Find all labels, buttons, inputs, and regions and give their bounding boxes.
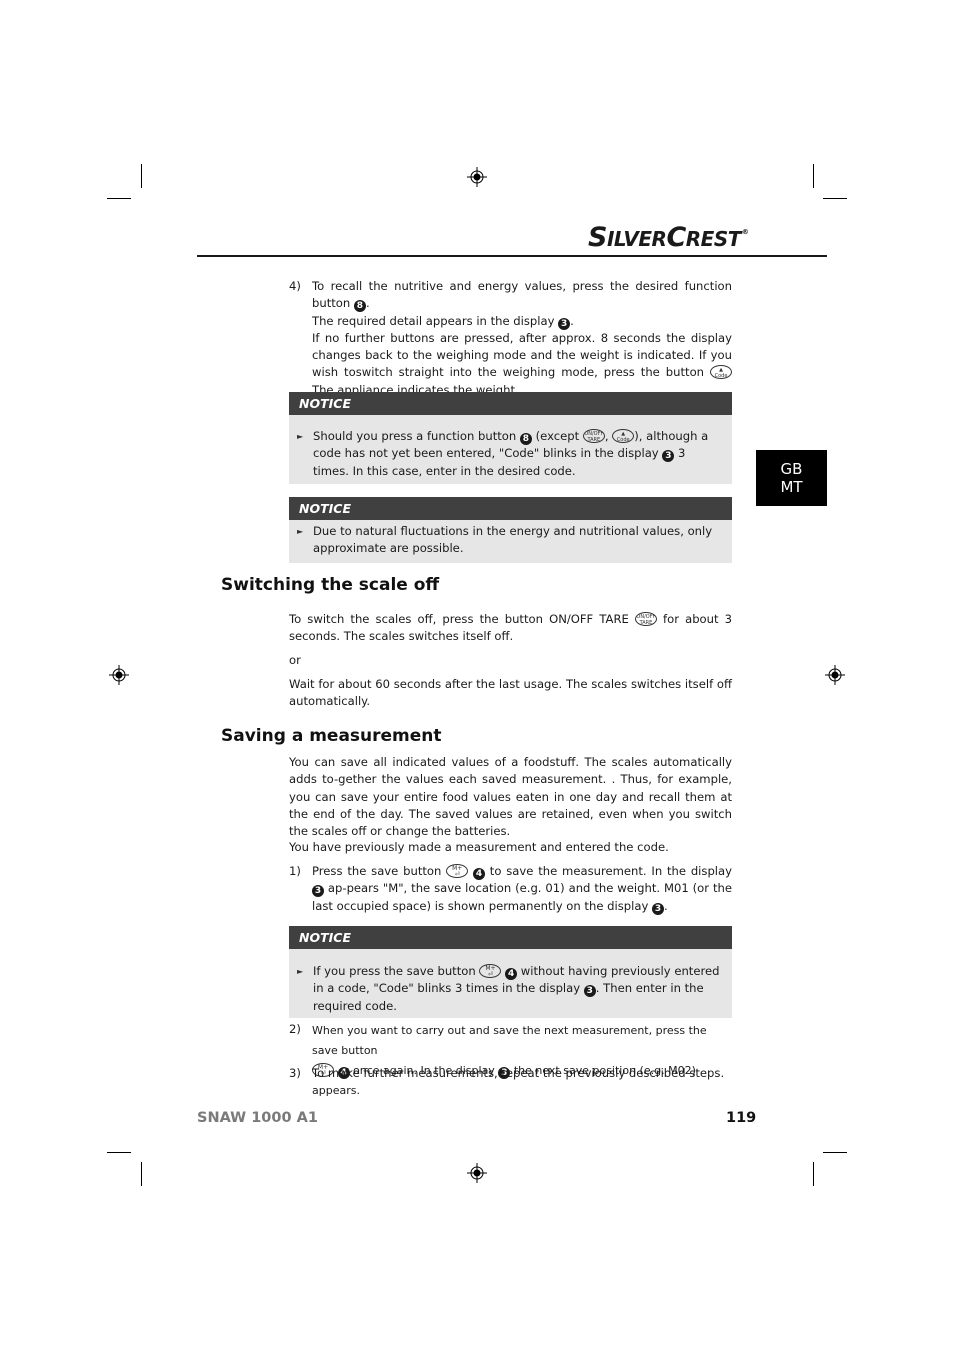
crop-mark [107,1152,131,1153]
ref-number-badge: 3 [558,317,571,330]
step-2-text: When you want to carry out and save the … [312,1021,734,1101]
notice-box: NOTICE ► If you press the save button M+… [289,926,732,1018]
step-text: to save the measurement. In the display [489,864,732,878]
crop-mark [141,164,142,188]
crop-mark [813,1162,814,1186]
paragraph: or [289,653,301,667]
step-text: ap-pears "M", the save location (e.g. 01… [312,881,732,913]
step-3-text: To make further measurements, repeat the… [312,1066,725,1080]
notice-text: (except [535,429,580,443]
crop-mark [823,1152,847,1153]
on-off-tare-button-icon: ON/OFF TARE [582,429,605,443]
bullet-arrow-icon: ► [297,432,304,441]
notice-title: NOTICE [289,926,732,949]
code-button-icon: ▲ Code [612,429,635,443]
notice-box: NOTICE ► Should you press a function but… [289,392,732,484]
paragraph: To switch the scales off, press the butt… [289,611,732,646]
notice-body: ► Due to natural fluctuations in the ene… [289,520,732,558]
step-number: 3) [289,1066,301,1080]
ref-number-badge: 3 [652,902,664,915]
m-plus-save-button-icon: M+ ⏎ [479,964,502,978]
crop-mark [107,198,131,199]
ref-number-badge: 4 [472,868,485,880]
paragraph-text: To switch the scales off, press the butt… [289,612,629,626]
notice-title: NOTICE [289,497,732,520]
step-number: 2) [289,1022,301,1036]
brand-letter: C [666,222,686,253]
notice-title: NOTICE [289,392,732,415]
notice-text: Should you press a function button [313,429,517,443]
ref-number-badge: 8 [353,300,366,313]
registration-mark-icon [467,1163,487,1183]
paragraph: Wait for about 60 seconds after the last… [289,677,732,709]
registration-mark-icon [109,665,129,685]
brand-text: ILVER [606,227,667,251]
notice-body: ► Should you press a function button 8 (… [297,429,709,478]
on-off-tare-button-icon: ON/OFF TARE [634,612,657,626]
ref-number-badge: 3 [583,985,596,998]
notice-text: Due to natural fluctuations in the energ… [313,524,713,556]
model-number: SNAW 1000 A1 [197,1110,318,1126]
notice-text: If you press the save button [313,964,476,978]
registration-mark-icon [467,167,487,187]
section-heading: Saving a measurement [221,726,442,746]
language-tab: GB MT [756,450,827,506]
paragraph: You have previously made a measurement a… [289,840,669,854]
language-code: GB [780,460,803,478]
step-text: To recall the nutritive and energy value… [312,279,732,311]
crop-mark [813,164,814,188]
page-number: 119 [726,1110,757,1126]
m-plus-save-button-icon: M+ ⏎ [446,864,469,878]
step-1-text: Press the save button M+ ⏎ 4 to save the … [312,864,732,915]
brand-letter: S [588,222,607,253]
section-heading: Switching the scale off [221,575,440,595]
registration-mark-icon [825,665,845,685]
crop-mark [141,1162,142,1186]
code-button-icon: ▲ Code [710,365,733,380]
step-number: 4) [289,279,301,293]
step-number: 1) [289,864,301,878]
brand-text: REST [685,227,742,251]
step-text: When you want to carry out and save the … [312,1024,707,1057]
brand-logo: SILVERCREST® [588,222,749,253]
registered-mark: ® [741,228,749,236]
paragraph: You can save all indicated values of a f… [289,755,732,839]
ref-number-badge: 3 [312,885,324,898]
ref-number-badge: 3 [662,450,675,463]
bullet-arrow-icon: ► [297,527,304,536]
bullet-arrow-icon: ► [297,967,304,976]
ref-number-badge: 8 [519,433,532,445]
step-text: If no further buttons are pressed, after… [312,330,732,380]
step-text: Press the save button [312,864,442,878]
language-code: MT [780,478,803,496]
header-rule [197,255,827,257]
notice-body: ► If you press the save button M+ ⏎ 4 wit… [289,949,732,1015]
crop-mark [823,198,847,199]
step-4-text: To recall the nutritive and energy value… [312,279,733,397]
ref-number-badge: 4 [505,968,518,980]
notice-box: NOTICE ► Due to natural fluctuations in … [289,497,732,563]
step-text: The required detail appears in the displ… [312,313,555,328]
